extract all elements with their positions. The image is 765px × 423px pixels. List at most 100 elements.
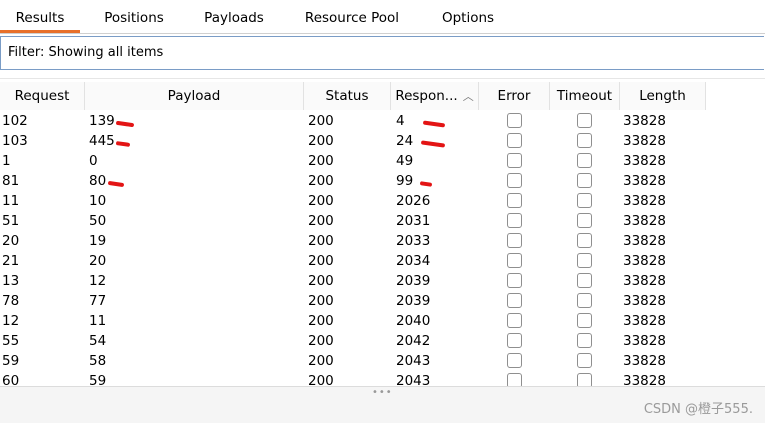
timeout-checkbox[interactable] — [577, 313, 592, 328]
cell-payload: 19 — [89, 233, 107, 249]
table-row[interactable]: 60 59 200 2043 33828 — [0, 371, 706, 386]
cell-payload: 58 — [89, 353, 107, 369]
timeout-checkbox[interactable] — [577, 353, 592, 368]
status-area: ••• CSDN @橙子555. — [0, 386, 765, 423]
cell-response: 2039 — [396, 293, 431, 309]
cell-length: 33828 — [623, 113, 666, 129]
cell-payload: 445 — [89, 133, 115, 149]
cell-payload: 139 — [89, 113, 115, 129]
cell-status: 200 — [308, 213, 334, 229]
cell-request: 21 — [2, 253, 20, 269]
error-checkbox[interactable] — [507, 193, 522, 208]
cell-response: 99 — [396, 173, 414, 189]
cell-payload: 12 — [89, 273, 107, 289]
table-row[interactable]: 20 19 200 2033 33828 — [0, 231, 706, 251]
cell-request: 13 — [2, 273, 20, 289]
column-header-payload[interactable]: Payload — [85, 82, 304, 110]
table-row[interactable]: 102 139 200 4 33828 — [0, 111, 706, 131]
cell-status: 200 — [308, 193, 334, 209]
cell-request: 11 — [2, 193, 20, 209]
table-row[interactable]: 59 58 200 2043 33828 — [0, 351, 706, 371]
filter-bar[interactable]: Filter: Showing all items — [0, 36, 764, 70]
table-row[interactable]: 78 77 200 2039 33828 — [0, 291, 706, 311]
table-row[interactable]: 1 0 200 49 33828 — [0, 151, 706, 171]
table-row[interactable]: 51 50 200 2031 33828 — [0, 211, 706, 231]
timeout-checkbox[interactable] — [577, 213, 592, 228]
timeout-checkbox[interactable] — [577, 373, 592, 386]
table-row[interactable]: 13 12 200 2039 33828 — [0, 271, 706, 291]
column-header-timeout[interactable]: Timeout — [550, 82, 620, 110]
cell-request: 20 — [2, 233, 20, 249]
cell-request: 59 — [2, 353, 20, 369]
column-header-length[interactable]: Length — [620, 82, 706, 110]
resize-grip-icon[interactable]: ••• — [372, 387, 393, 398]
cell-response: 2034 — [396, 253, 431, 269]
spacer — [0, 70, 765, 82]
tab-options[interactable]: Options — [424, 0, 512, 33]
error-checkbox[interactable] — [507, 113, 522, 128]
timeout-checkbox[interactable] — [577, 333, 592, 348]
cell-response: 2043 — [396, 373, 431, 386]
cell-payload: 59 — [89, 373, 107, 386]
timeout-checkbox[interactable] — [577, 193, 592, 208]
table-row[interactable]: 81 80 200 99 33828 — [0, 171, 706, 191]
divider — [0, 78, 765, 79]
cell-response: 24 — [396, 133, 414, 149]
cell-payload: 54 — [89, 333, 107, 349]
timeout-checkbox[interactable] — [577, 153, 592, 168]
error-checkbox[interactable] — [507, 133, 522, 148]
cell-status: 200 — [308, 253, 334, 269]
sort-ascending-icon: ︿ — [462, 90, 474, 103]
error-checkbox[interactable] — [507, 173, 522, 188]
error-checkbox[interactable] — [507, 333, 522, 348]
error-checkbox[interactable] — [507, 253, 522, 268]
tab-resource-pool[interactable]: Resource Pool — [290, 0, 414, 33]
error-checkbox[interactable] — [507, 213, 522, 228]
cell-length: 33828 — [623, 153, 666, 169]
cell-request: 102 — [2, 113, 28, 129]
column-header-status[interactable]: Status — [304, 82, 391, 110]
table-row[interactable]: 12 11 200 2040 33828 — [0, 311, 706, 331]
tab-results[interactable]: Results — [0, 0, 80, 33]
cell-request: 51 — [2, 213, 20, 229]
column-header-response[interactable]: Respon... ︿ — [391, 82, 479, 110]
cell-length: 33828 — [623, 173, 666, 189]
cell-status: 200 — [308, 373, 334, 386]
timeout-checkbox[interactable] — [577, 293, 592, 308]
column-header-error[interactable]: Error — [479, 82, 550, 110]
cell-response: 2043 — [396, 353, 431, 369]
table-row[interactable]: 55 54 200 2042 33828 — [0, 331, 706, 351]
timeout-checkbox[interactable] — [577, 273, 592, 288]
error-checkbox[interactable] — [507, 273, 522, 288]
error-checkbox[interactable] — [507, 233, 522, 248]
table-row[interactable]: 103 445 200 24 33828 — [0, 131, 706, 151]
error-checkbox[interactable] — [507, 373, 522, 386]
cell-payload: 50 — [89, 213, 107, 229]
cell-request: 60 — [2, 373, 20, 386]
cell-response: 2039 — [396, 273, 431, 289]
timeout-checkbox[interactable] — [577, 133, 592, 148]
error-checkbox[interactable] — [507, 153, 522, 168]
timeout-checkbox[interactable] — [577, 173, 592, 188]
cell-response: 2040 — [396, 313, 431, 329]
timeout-checkbox[interactable] — [577, 253, 592, 268]
cell-status: 200 — [308, 153, 334, 169]
watermark: CSDN @橙子555. — [643, 402, 753, 417]
error-checkbox[interactable] — [507, 293, 522, 308]
error-checkbox[interactable] — [507, 313, 522, 328]
timeout-checkbox[interactable] — [577, 233, 592, 248]
tab-payloads[interactable]: Payloads — [190, 0, 278, 33]
cell-payload: 20 — [89, 253, 107, 269]
cell-status: 200 — [308, 113, 334, 129]
table-row[interactable]: 11 10 200 2026 33828 — [0, 191, 706, 211]
cell-length: 33828 — [623, 333, 666, 349]
tab-positions[interactable]: Positions — [90, 0, 178, 33]
cell-status: 200 — [308, 273, 334, 289]
timeout-checkbox[interactable] — [577, 113, 592, 128]
column-header-request[interactable]: Request — [0, 82, 85, 110]
cell-status: 200 — [308, 173, 334, 189]
filter-label: Filter: Showing all items — [8, 45, 164, 60]
error-checkbox[interactable] — [507, 353, 522, 368]
cell-length: 33828 — [623, 253, 666, 269]
table-row[interactable]: 21 20 200 2034 33828 — [0, 251, 706, 271]
